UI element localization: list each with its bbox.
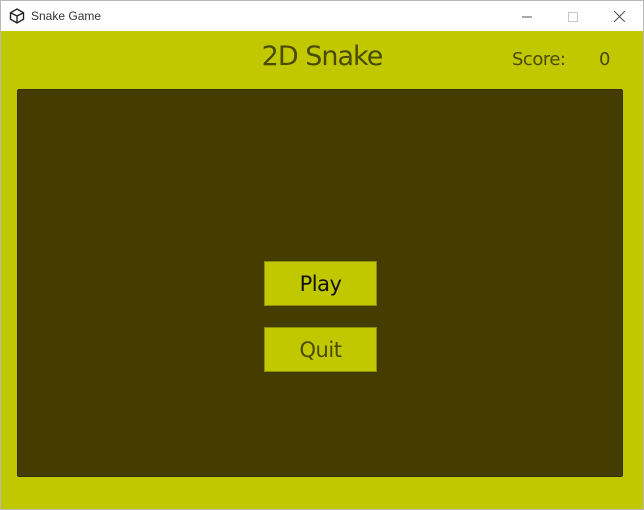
game-window: Snake Game 2D Snake Score: 0 Play Quit bbox=[0, 0, 644, 510]
close-button[interactable] bbox=[596, 1, 642, 31]
maximize-button[interactable] bbox=[550, 1, 596, 31]
quit-button[interactable]: Quit bbox=[264, 327, 377, 372]
minimize-button[interactable] bbox=[504, 1, 550, 31]
window-title: Snake Game bbox=[31, 9, 102, 23]
title-bar[interactable]: Snake Game bbox=[1, 1, 643, 31]
maximize-icon bbox=[568, 7, 578, 26]
score-label: Score: bbox=[512, 49, 566, 70]
close-icon bbox=[613, 7, 625, 26]
play-button[interactable]: Play bbox=[264, 261, 377, 306]
score-value: 0 bbox=[599, 49, 611, 70]
unity-logo-icon bbox=[9, 8, 25, 24]
minimize-icon bbox=[522, 7, 532, 26]
